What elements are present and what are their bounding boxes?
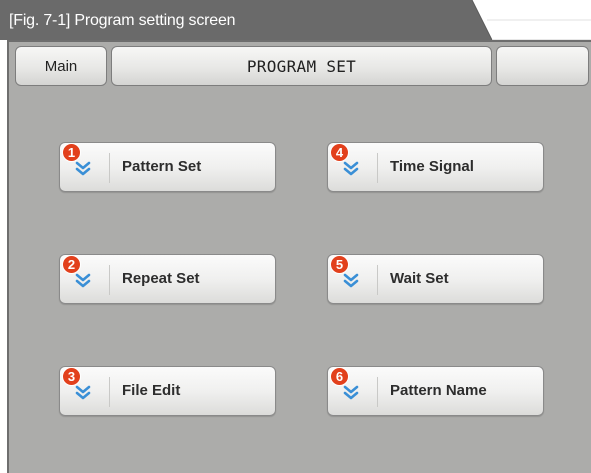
chevron-down-icon [343,161,359,176]
callout-badge-4: 4 [330,143,349,162]
chevron-down-icon [343,273,359,288]
pattern-set-label: Pattern Set [122,158,202,175]
time-signal-label: Time Signal [390,158,474,175]
callout-badge-6: 6 [330,367,349,386]
button-divider [377,377,378,407]
figure-caption-tab: [Fig. 7-1] Program setting screen [0,0,591,42]
blank-button[interactable] [496,46,589,86]
button-divider [109,153,110,183]
chevron-down-icon [75,161,91,176]
callout-badge-5: 5 [330,255,349,274]
chevron-down-icon [75,385,91,400]
callout-badge-1: 1 [62,143,81,162]
wait-set-label: Wait Set [390,270,449,287]
pattern-name-button[interactable]: Pattern Name [327,366,544,416]
file-edit-button[interactable]: File Edit [59,366,276,416]
screen-title: PROGRAM SET [111,46,492,86]
pattern-set-button[interactable]: Pattern Set [59,142,276,192]
button-divider [109,265,110,295]
time-signal-button[interactable]: Time Signal [327,142,544,192]
pattern-name-label: Pattern Name [390,382,487,399]
figure-caption: [Fig. 7-1] Program setting screen [9,12,236,29]
wait-set-button[interactable]: Wait Set [327,254,544,304]
button-divider [109,377,110,407]
repeat-set-label: Repeat Set [122,270,200,287]
button-divider [377,153,378,183]
chevron-down-icon [343,385,359,400]
file-edit-label: File Edit [122,382,181,399]
repeat-set-button[interactable]: Repeat Set [59,254,276,304]
callout-badge-3: 3 [62,367,81,386]
main-button[interactable]: Main [15,46,107,86]
button-divider [377,265,378,295]
chevron-down-icon [75,273,91,288]
callout-badge-2: 2 [62,255,81,274]
